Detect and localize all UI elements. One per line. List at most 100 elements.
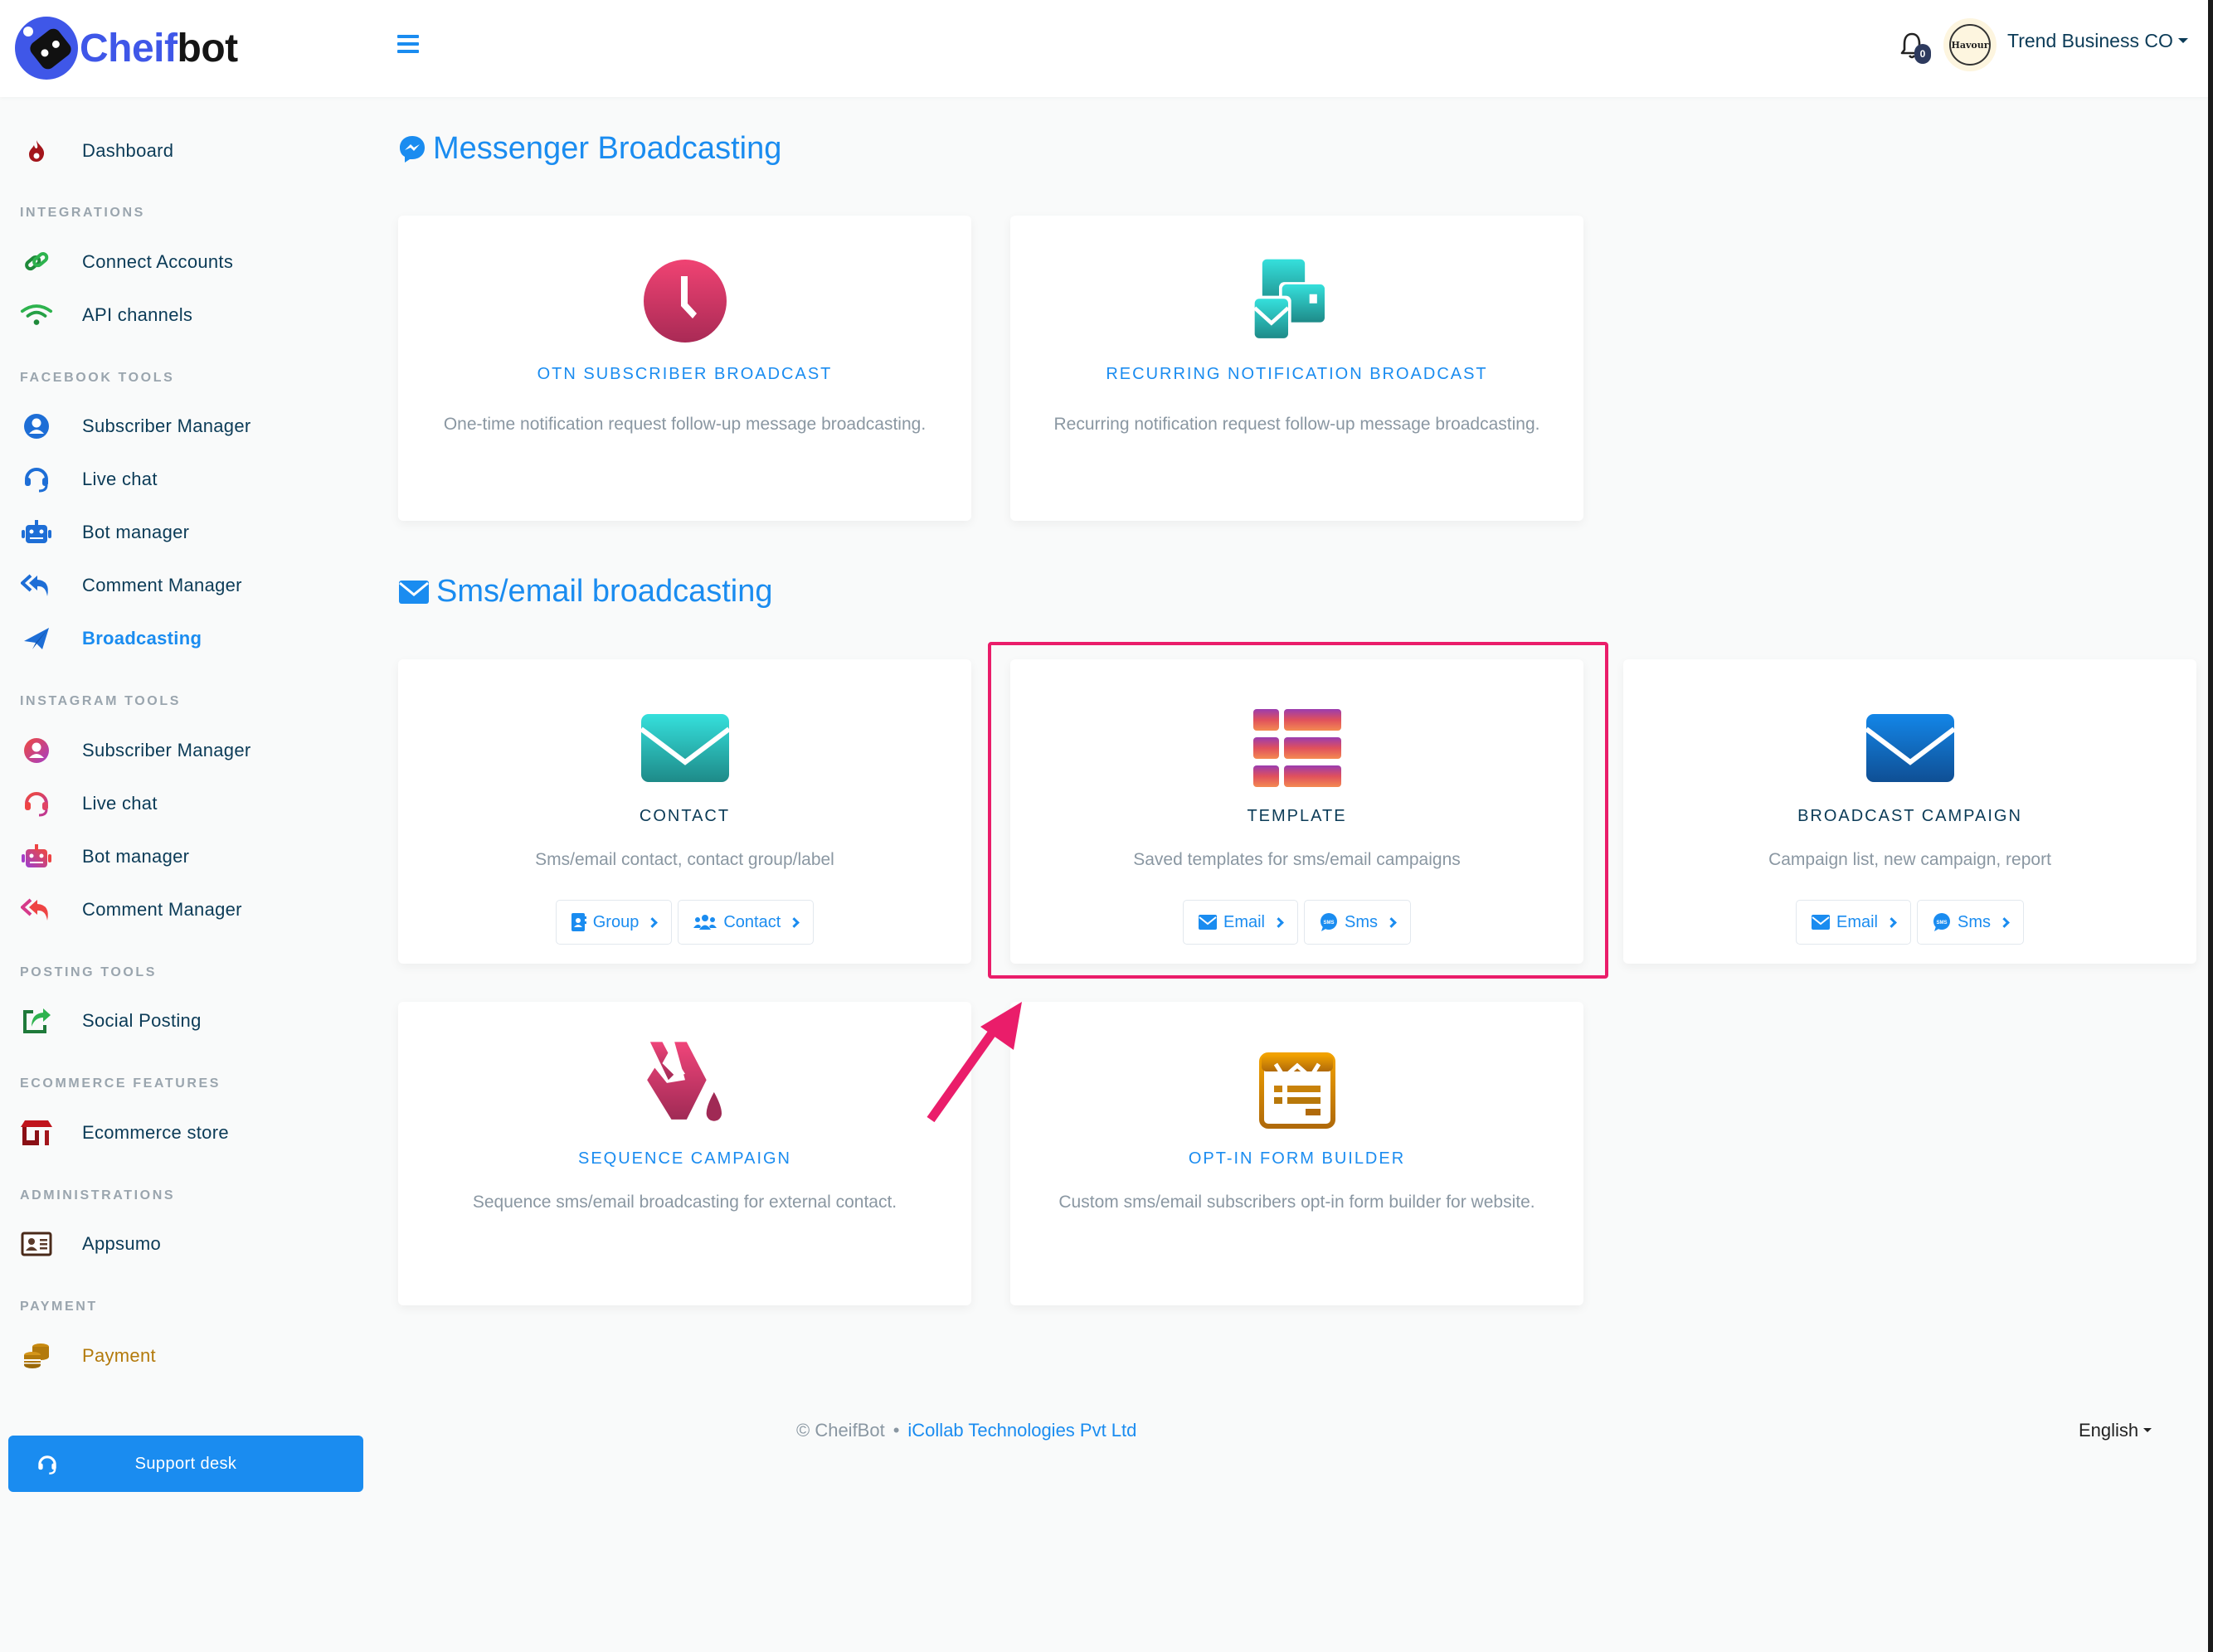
table-template-icon <box>1252 702 1343 794</box>
menu-toggle-icon[interactable] <box>397 35 419 53</box>
card-description: Recurring notification request follow-up… <box>1053 415 1540 434</box>
sidebar-item-label: Live chat <box>82 469 158 489</box>
sidebar-item-ig-subscriber-manager[interactable]: Subscriber Manager <box>20 730 352 771</box>
logo-text-part2: bot <box>177 26 239 70</box>
envelope-icon <box>1811 915 1830 930</box>
sidebar-item-connect-accounts[interactable]: Connect Accounts <box>20 241 352 283</box>
chevron-right-icon <box>647 916 659 928</box>
button-label: Sms <box>1958 912 1991 931</box>
contact-card: CONTACT Sms/email contact, contact group… <box>398 659 971 964</box>
sidebar-item-label: Connect Accounts <box>82 251 234 272</box>
card-title[interactable]: RECURRING NOTIFICATION BROADCAST <box>1010 365 1583 384</box>
button-label: Email <box>1223 912 1265 931</box>
contact-button[interactable]: Contact <box>678 900 815 945</box>
card-title[interactable]: SEQUENCE CAMPAIGN <box>398 1149 971 1169</box>
logo-text: Cheifbot <box>80 26 238 71</box>
language-dropdown[interactable]: English <box>2079 1420 2152 1441</box>
svg-text:SMS: SMS <box>1936 921 1947 926</box>
window-edge <box>2208 0 2213 1652</box>
sidebar-item-dashboard[interactable]: Dashboard <box>20 130 352 172</box>
campaign-email-button[interactable]: Email <box>1795 900 1911 945</box>
footer-separator: • <box>892 1420 900 1441</box>
sms-bubble-icon: SMS <box>1321 913 1337 931</box>
form-builder-icon <box>1252 1045 1343 1136</box>
section-heading-text: Sms/email broadcasting <box>436 574 773 609</box>
envelope-icon <box>640 702 731 794</box>
svg-text:SMS: SMS <box>1323 921 1334 926</box>
coins-icon <box>20 1339 53 1373</box>
chevron-right-icon <box>789 916 800 928</box>
sidebar-item-fb-live-chat[interactable]: Live chat <box>20 459 352 500</box>
section-title-ecommerce-features: ECOMMERCE FEATURES <box>20 1076 221 1091</box>
paper-plane-icon <box>20 622 53 655</box>
chevron-right-icon <box>1886 916 1897 928</box>
avatar[interactable]: Havour <box>1943 18 1997 71</box>
sidebar-item-fb-subscriber-manager[interactable]: Subscriber Manager <box>20 406 352 447</box>
sidebar-item-social-posting[interactable]: Social Posting <box>20 1000 352 1042</box>
headset-icon <box>20 787 53 820</box>
otn-subscriber-broadcast-card[interactable]: OTN SUBSCRIBER BROADCAST One-time notifi… <box>398 216 971 521</box>
address-book-icon <box>571 913 586 931</box>
card-description: One-time notification request follow-up … <box>443 415 927 434</box>
card-title[interactable]: OPT-IN FORM BUILDER <box>1010 1149 1583 1169</box>
optin-form-builder-card[interactable]: OPT-IN FORM BUILDER Custom sms/email sub… <box>1010 1002 1583 1305</box>
sidebar-item-fb-comment-manager[interactable]: Comment Manager <box>20 565 352 606</box>
clock-icon <box>640 255 731 347</box>
account-name: Trend Business CO <box>2007 30 2173 51</box>
button-label: Group <box>592 912 640 931</box>
notification-badge: 0 <box>1914 44 1931 64</box>
group-button[interactable]: Group <box>555 900 673 945</box>
section-title-posting-tools: POSTING TOOLS <box>20 965 158 979</box>
logo-text-part1: Cheif <box>80 26 178 70</box>
messenger-broadcasting-heading: Messenger Broadcasting <box>398 131 781 167</box>
robot-icon <box>20 516 53 549</box>
messenger-icon <box>398 134 426 164</box>
store-icon <box>20 1116 53 1149</box>
sidebar-item-fb-bot-manager[interactable]: Bot manager <box>20 512 352 553</box>
language-label: English <box>2079 1420 2139 1441</box>
sidebar-item-payment[interactable]: Payment <box>20 1335 352 1377</box>
sidebar-item-ig-bot-manager[interactable]: Bot manager <box>20 836 352 877</box>
template-card: TEMPLATE Saved templates for sms/email c… <box>1010 659 1583 964</box>
template-email-button[interactable]: Email <box>1182 900 1298 945</box>
card-description: Sequence sms/email broadcasting for exte… <box>472 1193 897 1212</box>
support-desk-button[interactable]: Support desk <box>8 1436 363 1492</box>
sidebar-item-appsumo[interactable]: Appsumo <box>20 1223 352 1265</box>
reply-all-icon <box>20 893 53 926</box>
recurring-notification-broadcast-card[interactable]: RECURRING NOTIFICATION BROADCAST Recurri… <box>1010 216 1583 521</box>
logo[interactable]: Cheifbot <box>15 17 238 80</box>
id-card-icon <box>20 1227 53 1261</box>
sidebar-item-label: Bot manager <box>82 846 190 867</box>
envelope-icon <box>398 580 430 605</box>
card-title: TEMPLATE <box>1247 807 1347 825</box>
account-dropdown[interactable]: Trend Business CO <box>2007 30 2188 52</box>
caret-down-icon <box>2177 37 2188 43</box>
card-title[interactable]: OTN SUBSCRIBER BROADCAST <box>398 365 971 384</box>
sidebar-item-ig-comment-manager[interactable]: Comment Manager <box>20 889 352 930</box>
sequence-campaign-card[interactable]: SEQUENCE CAMPAIGN Sequence sms/email bro… <box>398 1002 971 1305</box>
headset-icon <box>20 463 53 496</box>
button-label: Contact <box>723 912 781 931</box>
sidebar-item-ig-live-chat[interactable]: Live chat <box>20 783 352 824</box>
button-label: Email <box>1836 912 1878 931</box>
logo-robot-icon <box>15 17 78 80</box>
sidebar-item-label: Ecommerce store <box>82 1122 229 1143</box>
card-description: Custom sms/email subscribers opt-in form… <box>1058 1193 1535 1212</box>
sidebar-item-api-channels[interactable]: API channels <box>20 294 352 336</box>
chevron-right-icon <box>1273 916 1284 928</box>
fire-icon <box>20 134 53 168</box>
sms-bubble-icon: SMS <box>1933 913 1950 931</box>
campaign-sms-button[interactable]: SMS Sms <box>1917 900 2024 945</box>
section-title-payment: PAYMENT <box>20 1300 98 1314</box>
sidebar-item-fb-broadcasting[interactable]: Broadcasting <box>20 618 352 659</box>
sidebar-item-label: API channels <box>82 304 193 325</box>
section-title-instagram-tools: INSTAGRAM TOOLS <box>20 694 181 708</box>
sidebar-item-ecommerce-store[interactable]: Ecommerce store <box>20 1112 352 1154</box>
user-circle-icon <box>20 410 53 443</box>
section-title-administrations: ADMINISTRATIONS <box>20 1188 176 1203</box>
company-link[interactable]: iCollab Technologies Pvt Ltd <box>907 1420 1136 1441</box>
template-sms-button[interactable]: SMS Sms <box>1304 900 1411 945</box>
avatar-logo-text: Havour <box>1949 24 1991 66</box>
sidebar-item-label: Subscriber Manager <box>82 740 251 760</box>
top-navbar: Cheifbot 0 Havour Trend Business CO <box>0 0 2208 97</box>
